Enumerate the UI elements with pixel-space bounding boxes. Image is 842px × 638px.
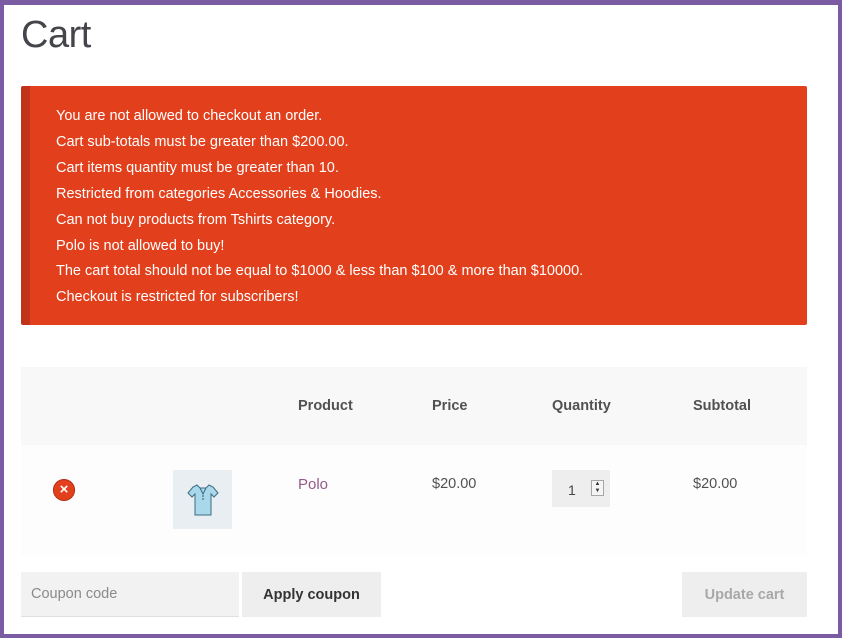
error-message: The cart total should not be equal to $1… [56, 263, 584, 280]
polo-shirt-icon [187, 484, 219, 516]
header-price: Price [432, 398, 468, 414]
error-message: You are not allowed to checkout an order… [56, 108, 323, 124]
quantity-spinner[interactable]: ▲ ▼ [591, 480, 604, 496]
product-link[interactable]: Polo [298, 476, 328, 493]
coupon-code-input[interactable] [21, 572, 239, 617]
error-message: Cart items quantity must be greater than… [56, 159, 339, 176]
error-message: Cart sub-totals must be greater than $20… [56, 133, 349, 150]
product-thumbnail[interactable] [173, 470, 232, 529]
table-row: × Polo $20.00 1 ▲ ▼ $20.00 [21, 445, 807, 557]
quantity-value: 1 [568, 482, 576, 498]
error-message: Restricted from categories Accessories &… [56, 185, 382, 202]
error-list: You are not allowed to checkout an order… [56, 104, 807, 311]
update-cart-button[interactable]: Update cart [682, 572, 807, 617]
cart-table: Product Price Quantity Subtotal × Polo $… [21, 367, 807, 557]
error-message: Polo is not allowed to buy! [56, 237, 225, 254]
header-product: Product [298, 398, 353, 414]
product-subtotal: $20.00 [693, 476, 738, 492]
remove-item-button[interactable]: × [53, 479, 75, 501]
subtotal-cell: $20.00 [693, 445, 807, 557]
thumbnail-cell [143, 445, 298, 557]
apply-coupon-button[interactable]: Apply coupon [242, 572, 381, 617]
error-message: Checkout is restricted for subscribers! [56, 289, 299, 306]
page-title: Cart [21, 14, 91, 56]
header-quantity: Quantity [552, 398, 611, 414]
remove-cell: × [21, 445, 143, 557]
product-price: $20.00 [432, 476, 477, 492]
header-subtotal: Subtotal [693, 398, 751, 414]
quantity-stepper[interactable]: 1 ▲ ▼ [552, 470, 610, 507]
header-remove [21, 367, 143, 445]
table-header-row: Product Price Quantity Subtotal [21, 367, 807, 445]
decrement-arrow-icon[interactable]: ▼ [592, 488, 603, 495]
increment-arrow-icon[interactable]: ▲ [592, 481, 603, 488]
error-message: Can not buy products from Tshirts catego… [56, 211, 336, 228]
error-notice: You are not allowed to checkout an order… [21, 86, 807, 325]
product-cell: Polo [298, 445, 432, 557]
price-cell: $20.00 [432, 445, 552, 557]
quantity-cell: 1 ▲ ▼ [552, 445, 693, 557]
header-thumbnail [143, 367, 298, 445]
